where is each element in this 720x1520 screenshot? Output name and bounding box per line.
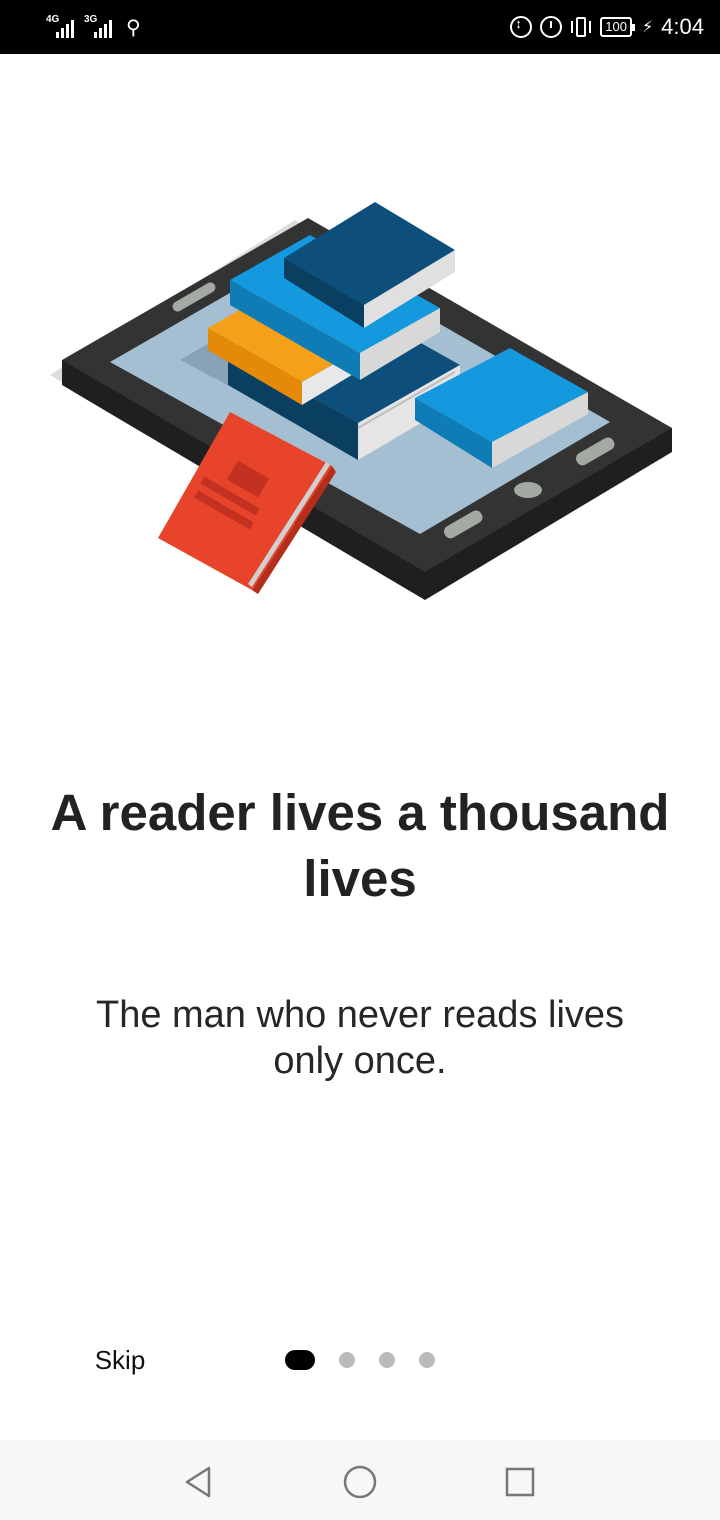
status-bar: 4G 3G ⚲ 100 ⚡ 4:04 [0,0,720,54]
battery-level: 100 [605,19,627,34]
page-dot-3[interactable] [379,1352,395,1368]
home-circle-icon [343,1465,377,1499]
charging-icon: ⚡ [641,19,654,36]
home-button[interactable] [338,1460,382,1504]
tablet-with-books-illustration [40,180,680,620]
page-dot-2[interactable] [339,1352,355,1368]
status-left: 4G 3G ⚲ [46,12,141,42]
back-triangle-icon [185,1466,211,1498]
recents-square-icon [505,1467,535,1497]
page-indicator [285,1350,459,1370]
page-dot-4[interactable] [419,1352,435,1368]
onboarding-title: A reader lives a thousand lives [50,784,670,907]
recents-button[interactable] [498,1460,542,1504]
clock-time: 4:04 [661,14,704,39]
page-dot-1-active[interactable] [285,1350,315,1370]
signal-3g-icon: 3G [84,14,114,40]
onboarding-subtitle: The man who never reads lives only once. [95,994,625,1082]
status-right: 100 ⚡ 4:04 [510,12,704,42]
battery-icon: 100 [600,17,635,37]
system-navigation-bar [0,1440,720,1520]
data-saver-icon [510,16,533,38]
alarm-icon [540,16,563,38]
vibrate-icon [570,16,592,38]
skip-button[interactable]: Skip [80,1340,160,1380]
signal-4g-icon: 4G [46,14,76,40]
usb-icon: ⚲ [126,16,141,39]
back-button[interactable] [178,1460,222,1504]
